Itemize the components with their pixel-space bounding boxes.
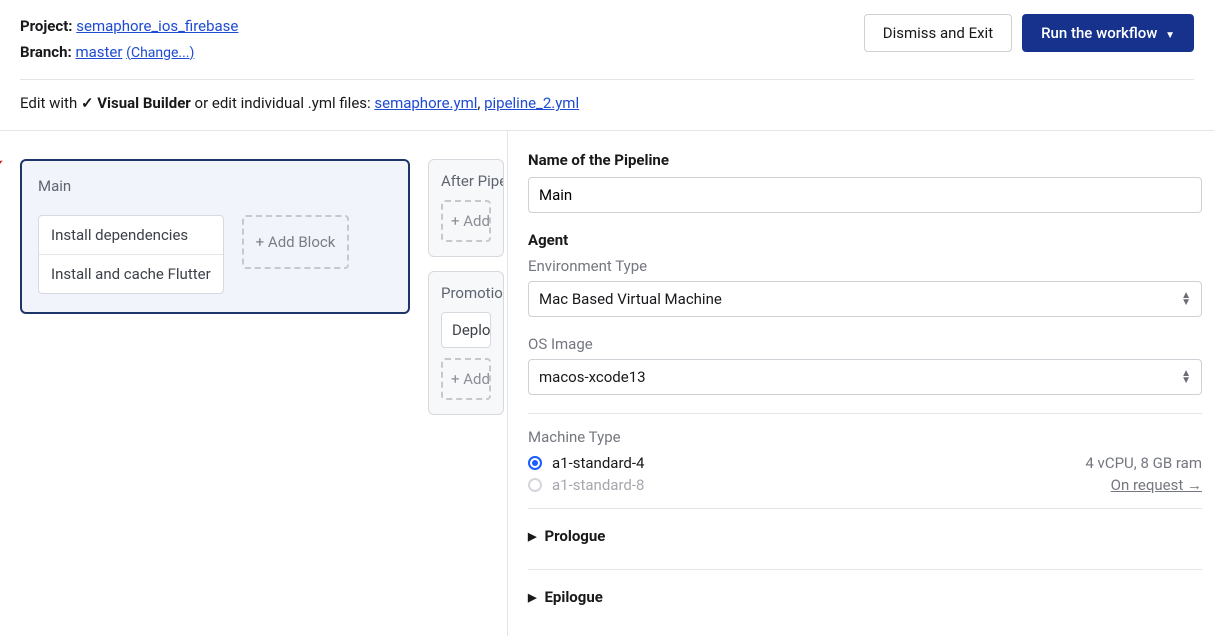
panel-divider bbox=[528, 508, 1202, 509]
prologue-toggle[interactable]: ▶ Prologue bbox=[528, 523, 1202, 557]
epilogue-toggle[interactable]: ▶ Epilogue bbox=[528, 584, 1202, 618]
branch-label: Branch: bbox=[20, 43, 72, 61]
env-type-select[interactable]: Mac Based Virtual Machine ▲▼ bbox=[528, 281, 1202, 317]
pipeline-name-label: Name of the Pipeline bbox=[528, 151, 1202, 169]
os-image-select[interactable]: macos-xcode13 ▲▼ bbox=[528, 359, 1202, 395]
after-pipeline-card[interactable]: After Pipeline + Add bbox=[428, 159, 504, 257]
panel-divider bbox=[528, 569, 1202, 570]
machine-option-row[interactable]: a1-standard-4 4 vCPU, 8 GB ram bbox=[528, 452, 1202, 474]
select-updown-icon: ▲▼ bbox=[1181, 370, 1191, 384]
machine-spec: 4 vCPU, 8 GB ram bbox=[1085, 454, 1202, 472]
block-card[interactable]: Install dependencies Install and cache F… bbox=[38, 215, 224, 294]
select-updown-icon: ▲▼ bbox=[1181, 292, 1191, 306]
header-info: Project: semaphore_ios_firebase Branch: … bbox=[20, 14, 238, 65]
project-label: Project: bbox=[20, 17, 73, 35]
machine-option-row: a1-standard-8 On request → bbox=[528, 474, 1202, 496]
dismiss-button[interactable]: Dismiss and Exit bbox=[864, 14, 1012, 52]
machine-request-link[interactable]: On request → bbox=[1111, 476, 1202, 494]
os-image-value: macos-xcode13 bbox=[539, 368, 646, 386]
caret-down-icon: ▼ bbox=[1165, 30, 1175, 41]
machine-name: a1-standard-8 bbox=[552, 476, 644, 494]
pipeline-main-title: Main bbox=[38, 177, 392, 195]
machine-type-label: Machine Type bbox=[528, 428, 1202, 446]
edit-mode-bar: Edit with ✓ Visual Builder or edit indiv… bbox=[0, 80, 1214, 130]
change-branch-link[interactable]: (Change...) bbox=[126, 45, 194, 61]
project-link[interactable]: semaphore_ios_firebase bbox=[76, 17, 238, 35]
radio-icon[interactable] bbox=[528, 456, 542, 470]
triangle-right-icon: ▶ bbox=[528, 530, 536, 543]
job-row[interactable]: Install dependencies bbox=[39, 216, 223, 254]
promotion-item[interactable]: Deploy t bbox=[441, 312, 491, 348]
run-workflow-label: Run the workflow bbox=[1041, 24, 1157, 42]
yml-link-2[interactable]: pipeline_2.yml bbox=[484, 94, 579, 112]
prologue-label: Prologue bbox=[544, 527, 605, 545]
add-block-button[interactable]: + Add Block bbox=[242, 215, 350, 269]
triangle-right-icon: ▶ bbox=[528, 591, 536, 604]
after-add-button[interactable]: + Add bbox=[441, 200, 491, 242]
editwith-prefix: Edit with bbox=[20, 94, 77, 112]
os-image-label: OS Image bbox=[528, 335, 1202, 353]
job-row[interactable]: Install and cache Flutter bbox=[39, 254, 223, 293]
after-pipeline-title: After Pipeline bbox=[441, 172, 491, 190]
run-workflow-button[interactable]: Run the workflow ▼ bbox=[1022, 14, 1194, 52]
epilogue-label: Epilogue bbox=[544, 588, 602, 606]
radio-icon bbox=[528, 478, 542, 492]
visual-builder-label: ✓ Visual Builder bbox=[81, 94, 191, 112]
side-panel: Name of the Pipeline Agent Environment T… bbox=[507, 131, 1214, 636]
editwith-middle: or edit individual .yml files: bbox=[191, 94, 375, 112]
pipeline-main[interactable]: Main Install dependencies Install and ca… bbox=[20, 159, 410, 314]
panel-divider bbox=[528, 413, 1202, 414]
branch-link[interactable]: master bbox=[75, 43, 122, 61]
agent-label: Agent bbox=[528, 231, 1202, 249]
pipeline-name-input[interactable] bbox=[528, 177, 1202, 213]
yml-link-1[interactable]: semaphore.yml bbox=[374, 94, 477, 112]
promotions-card[interactable]: Promotions Deploy t + Add bbox=[428, 271, 504, 415]
machine-name: a1-standard-4 bbox=[552, 454, 644, 472]
promotion-add-button[interactable]: + Add bbox=[441, 358, 491, 400]
promotions-title: Promotions bbox=[441, 284, 491, 302]
env-type-label: Environment Type bbox=[528, 257, 1202, 275]
pipeline-canvas: Main Install dependencies Install and ca… bbox=[0, 131, 507, 636]
env-type-value: Mac Based Virtual Machine bbox=[539, 290, 722, 308]
